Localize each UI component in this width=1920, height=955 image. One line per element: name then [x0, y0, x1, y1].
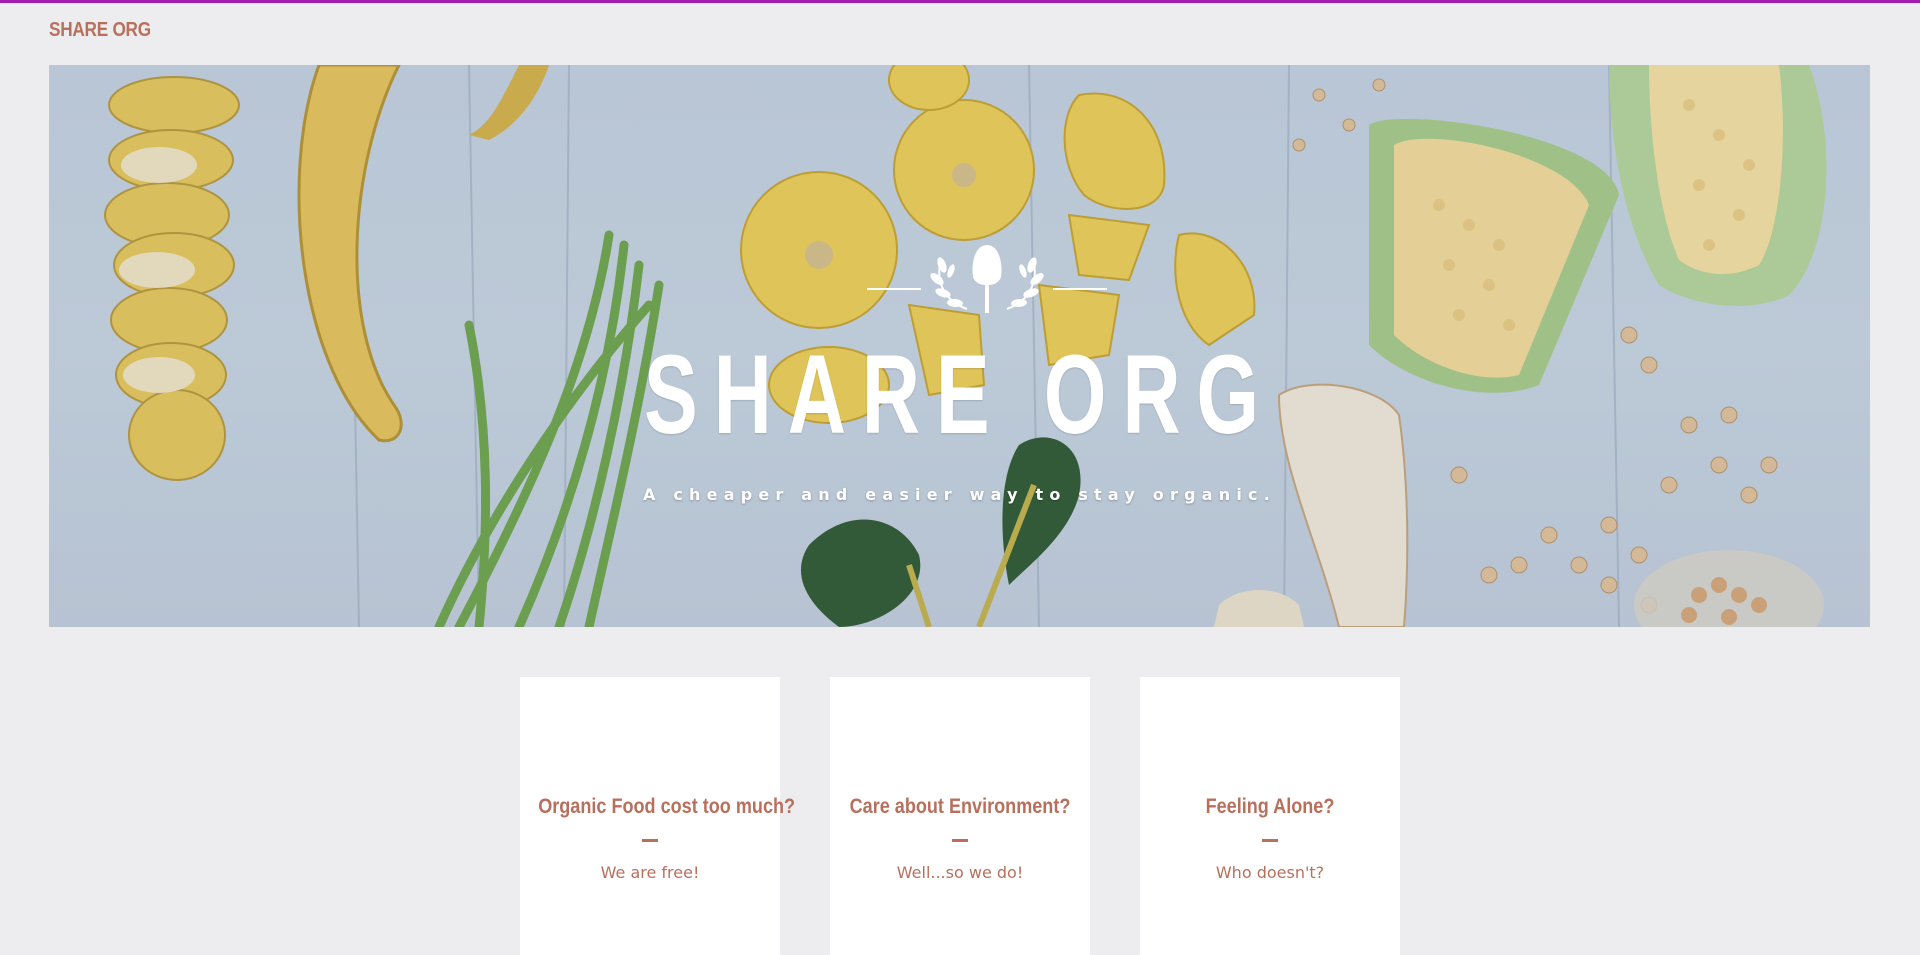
spade-with-laurels-icon [867, 245, 1107, 313]
feature-card: Organic Food cost too much? We are free! [520, 677, 796, 955]
feature-card-title: Feeling Alone? [1205, 795, 1335, 818]
feature-card: Care about Environment? Well...so we do! [830, 677, 1090, 955]
feature-card: Feeling Alone? Who doesn't? [1140, 677, 1400, 955]
feature-card-title: Organic Food cost too much? [538, 795, 796, 818]
feature-card-text: Who doesn't? [1215, 863, 1325, 882]
feature-card-title: Care about Environment? [849, 795, 1071, 818]
hero-title: SHARE ORG [644, 332, 1275, 457]
feature-card-text: We are free! [600, 863, 700, 882]
feature-card-divider [952, 839, 968, 842]
feature-card-divider [1262, 839, 1278, 842]
hero-tagline: A cheaper and easier way to stay organic… [643, 485, 1276, 504]
hero-banner: SHARE ORG A cheaper and easier way to st… [49, 65, 1870, 627]
feature-card-text: Well...so we do! [896, 863, 1024, 882]
feature-card-divider [642, 839, 658, 842]
site-logo[interactable]: SHARE ORG [49, 19, 151, 42]
top-accent-border [0, 0, 1920, 3]
